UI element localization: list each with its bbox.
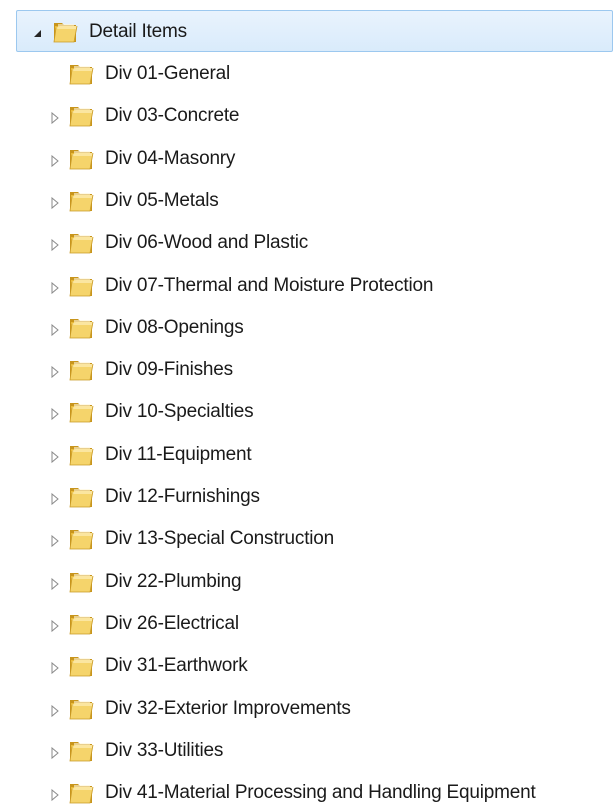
folder-icon <box>68 230 94 256</box>
folder-icon <box>68 146 94 172</box>
tree-item[interactable]: Div 09-Finishes <box>0 349 613 391</box>
tree-item[interactable]: Div 06-Wood and Plastic <box>0 222 613 264</box>
tree-item-label: Div 13-Special Construction <box>105 528 335 549</box>
tree-item[interactable]: Div 07-Thermal and Moisture Protection <box>0 265 613 307</box>
tree-item[interactable]: Div 13-Special Construction <box>0 518 613 560</box>
tree-item[interactable]: Div 01-General <box>0 53 613 95</box>
expand-arrow-icon[interactable] <box>49 152 61 168</box>
folder-icon <box>68 357 94 383</box>
expand-arrow-icon[interactable] <box>49 617 61 633</box>
tree-item-label: Div 26-Electrical <box>105 613 239 634</box>
folder-icon <box>68 442 94 468</box>
expand-arrow-icon[interactable] <box>49 448 61 464</box>
expand-arrow-icon[interactable] <box>49 279 61 295</box>
folder-icon <box>68 611 94 637</box>
tree-item-label: Div 41-Material Processing and Handling … <box>105 782 536 803</box>
tree-item[interactable]: Div 26-Electrical <box>0 603 613 645</box>
folder-icon <box>68 103 94 129</box>
folder-icon <box>68 653 94 679</box>
tree-item[interactable]: Div 04-Masonry <box>0 138 613 180</box>
tree-item[interactable]: Div 22-Plumbing <box>0 561 613 603</box>
tree-item[interactable]: Div 32-Exterior Improvements <box>0 688 613 730</box>
tree-item[interactable]: Div 41-Material Processing and Handling … <box>0 772 613 808</box>
tree-item-label: Div 10-Specialties <box>105 401 254 422</box>
tree-item[interactable]: Div 11-Equipment <box>0 434 613 476</box>
tree-item-label: Div 01-General <box>105 63 230 84</box>
expand-arrow-icon[interactable] <box>49 194 61 210</box>
tree-item-label: Div 03-Concrete <box>105 105 240 126</box>
tree-item-label: Detail Items <box>89 21 187 42</box>
expand-arrow-icon[interactable] <box>49 532 61 548</box>
expand-arrow-icon[interactable] <box>49 363 61 379</box>
tree-item-label: Div 09-Finishes <box>105 359 233 380</box>
tree-item-label: Div 12-Furnishings <box>105 486 260 507</box>
folder-icon <box>68 399 94 425</box>
expand-arrow-icon[interactable] <box>49 321 61 337</box>
collapse-arrow-icon[interactable] <box>32 25 44 39</box>
folder-icon <box>68 526 94 552</box>
tree-item[interactable]: Div 10-Specialties <box>0 391 613 433</box>
expand-arrow-icon[interactable] <box>49 236 61 252</box>
folder-icon <box>68 188 94 214</box>
tree-item-label: Div 11-Equipment <box>105 444 252 465</box>
tree-item[interactable]: Div 08-Openings <box>0 307 613 349</box>
tree-item-label: Div 07-Thermal and Moisture Protection <box>105 275 434 296</box>
expand-arrow-icon[interactable] <box>49 659 61 675</box>
detail-items-tree: Detail Items Div 01-General Div 03-Concret… <box>0 0 613 808</box>
folder-icon <box>68 315 94 341</box>
tree-item[interactable]: Div 31-Earthwork <box>0 645 613 687</box>
tree-item-label: Div 22-Plumbing <box>105 571 242 592</box>
expand-arrow-icon[interactable] <box>49 405 61 421</box>
tree-item-label: Div 06-Wood and Plastic <box>105 232 309 253</box>
expand-arrow-icon[interactable] <box>49 490 61 506</box>
tree-item-label: Div 08-Openings <box>105 317 244 338</box>
expand-arrow-icon[interactable] <box>49 744 61 760</box>
folder-icon <box>68 61 94 87</box>
tree-item-label: Div 33-Utilities <box>105 740 224 761</box>
expand-arrow-icon[interactable] <box>49 109 61 125</box>
tree-item[interactable]: Div 03-Concrete <box>0 95 613 137</box>
tree-item-detail-items[interactable]: Detail Items <box>16 10 613 52</box>
folder-icon <box>68 738 94 764</box>
folder-icon <box>68 569 94 595</box>
folder-icon <box>52 19 78 45</box>
tree-item[interactable]: Div 05-Metals <box>0 180 613 222</box>
tree-item-label: Div 04-Masonry <box>105 148 236 169</box>
tree-item-label: Div 32-Exterior Improvements <box>105 698 351 719</box>
expand-arrow-icon[interactable] <box>49 786 61 802</box>
folder-icon <box>68 273 94 299</box>
folder-icon <box>68 780 94 806</box>
tree-item[interactable]: Div 12-Furnishings <box>0 476 613 518</box>
folder-icon <box>68 484 94 510</box>
expand-arrow-icon[interactable] <box>49 575 61 591</box>
tree-item-label: Div 05-Metals <box>105 190 219 211</box>
tree-item[interactable]: Div 33-Utilities <box>0 730 613 772</box>
folder-icon <box>68 696 94 722</box>
tree-item-label: Div 31-Earthwork <box>105 655 248 676</box>
expand-arrow-icon[interactable] <box>49 702 61 718</box>
